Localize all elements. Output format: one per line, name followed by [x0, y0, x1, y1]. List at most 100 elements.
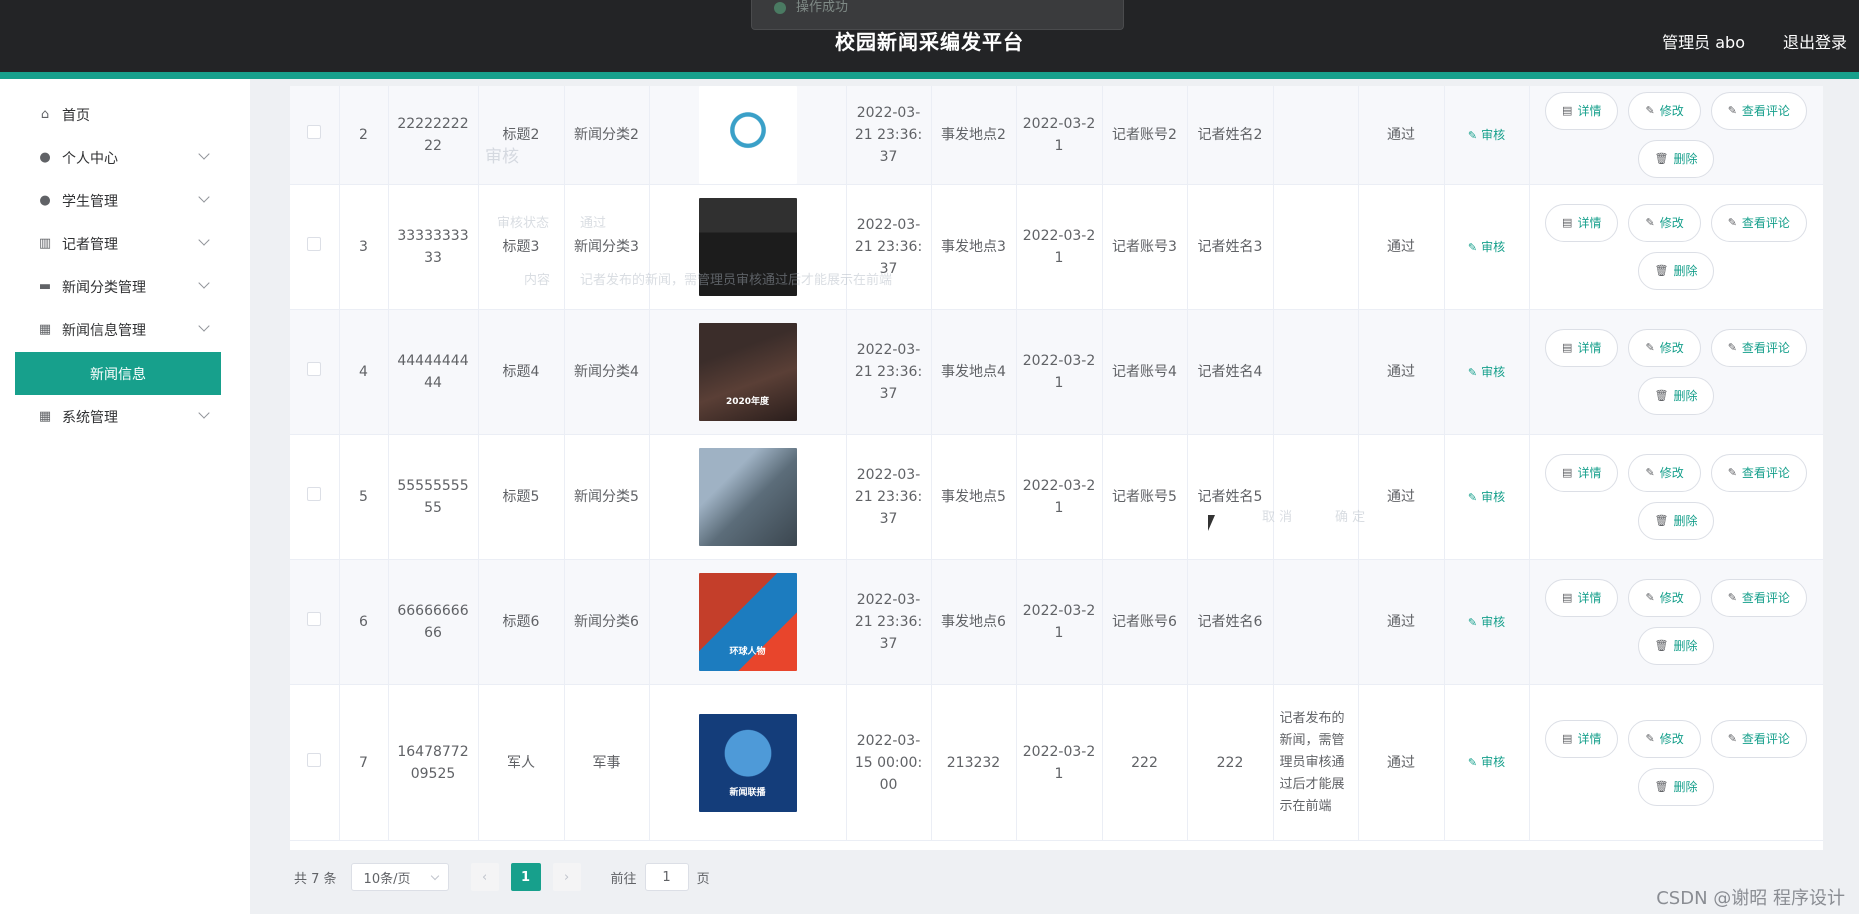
- goto-page-input[interactable]: [644, 863, 689, 891]
- edit-button[interactable]: ✎ 修改: [1628, 329, 1701, 367]
- view-comments-button[interactable]: ✎ 查看评论: [1710, 719, 1807, 758]
- audit-button-label: 审核: [1481, 239, 1506, 254]
- delete-button[interactable]: 🗑 删除: [1637, 502, 1715, 540]
- edit-button[interactable]: ✎ 修改: [1628, 719, 1701, 758]
- thumbnail-caption: 环球人物: [729, 647, 766, 657]
- next-page-button[interactable]: ›: [552, 863, 581, 891]
- news-category: 新闻分类6: [574, 614, 639, 630]
- event-date: 2022-03-21: [1022, 116, 1096, 154]
- student-icon: ●: [39, 192, 51, 208]
- detail-button-label: 详情: [1577, 591, 1602, 605]
- thumbnail-caption: 2020年度: [725, 397, 770, 407]
- sidebar-item-system[interactable]: ▦ 系统管理: [0, 395, 250, 438]
- page-number-current[interactable]: 1: [510, 863, 541, 891]
- delete-button[interactable]: 🗑 删除: [1637, 627, 1715, 665]
- detail-button[interactable]: ▤ 详情: [1545, 329, 1619, 367]
- audit-button[interactable]: ✎ 审核: [1468, 128, 1505, 142]
- edit-pen-icon: ✎: [1645, 466, 1655, 479]
- prev-page-button[interactable]: ‹: [470, 863, 499, 891]
- row-checkbox[interactable]: [307, 362, 322, 376]
- news-thumbnail[interactable]: 新闻联播: [698, 713, 797, 812]
- news-thumbnail[interactable]: 环球人物: [698, 573, 797, 671]
- audit-button[interactable]: ✎ 审核: [1468, 490, 1505, 504]
- delete-button-label: 删除: [1673, 639, 1698, 653]
- sidebar-item-news-category[interactable]: ▬ 新闻分类管理: [0, 265, 250, 308]
- document-icon: ▤: [1562, 591, 1573, 604]
- reporter-account: 记者账号3: [1112, 239, 1177, 255]
- thumbnail-caption: 新闻联播: [729, 787, 766, 798]
- event-place: 事发地点6: [941, 614, 1006, 630]
- edit-pen-icon: ✎: [1467, 128, 1478, 142]
- monitor-icon: ▬: [38, 278, 52, 294]
- view-comments-button[interactable]: ✎ 查看评论: [1710, 329, 1807, 367]
- news-title: 标题2: [502, 127, 540, 143]
- logout-link[interactable]: 退出登录: [1783, 29, 1847, 53]
- trash-icon: 🗑: [1654, 779, 1669, 793]
- news-thumbnail[interactable]: [698, 198, 797, 296]
- news-number: 2222222222: [397, 116, 469, 154]
- page-size-value: 10条/页: [363, 871, 411, 887]
- audit-button[interactable]: ✎ 审核: [1468, 365, 1505, 379]
- event-place: 事发地点2: [941, 127, 1006, 143]
- row-checkbox[interactable]: [307, 752, 322, 767]
- detail-button[interactable]: ▤ 详情: [1545, 92, 1619, 130]
- pagination-total: 共 7 条: [294, 871, 337, 887]
- chevron-down-icon: [430, 871, 439, 881]
- view-comments-button[interactable]: ✎ 查看评论: [1710, 92, 1807, 130]
- table-row: 7 1647877209525 军人 军事 新闻联播 2022-03-15 00:00:0…: [290, 684, 1823, 841]
- detail-button[interactable]: ▤ 详情: [1545, 579, 1619, 617]
- row-checkbox[interactable]: [307, 487, 322, 501]
- edit-button[interactable]: ✎ 修改: [1628, 454, 1701, 492]
- table-row: 6 6666666666 标题6 新闻分类6 环球人物 2022-03-21 23:36:…: [290, 559, 1823, 685]
- delete-button[interactable]: 🗑 删除: [1637, 767, 1715, 806]
- watermark: CSDN @谢昭 程序设计: [1656, 888, 1845, 909]
- detail-button[interactable]: ▤ 详情: [1545, 719, 1619, 758]
- detail-button[interactable]: ▤ 详情: [1545, 204, 1619, 242]
- audit-button-label: 审核: [1481, 614, 1506, 629]
- news-thumbnail[interactable]: [698, 448, 797, 546]
- row-checkbox[interactable]: [307, 125, 322, 139]
- news-thumbnail[interactable]: [698, 86, 797, 184]
- view-comments-button[interactable]: ✎ 查看评论: [1710, 204, 1807, 242]
- view-comments-button[interactable]: ✎ 查看评论: [1710, 579, 1807, 617]
- audit-status: 通过: [1387, 754, 1415, 771]
- detail-button[interactable]: ▤ 详情: [1545, 454, 1619, 492]
- edit-pen-icon: ✎: [1645, 591, 1655, 604]
- delete-button[interactable]: 🗑 删除: [1637, 140, 1715, 178]
- edit-button[interactable]: ✎ 修改: [1628, 579, 1701, 617]
- reporter-name: 记者姓名2: [1197, 127, 1263, 143]
- row-checkbox[interactable]: [307, 612, 322, 626]
- view-comments-button[interactable]: ✎ 查看评论: [1710, 454, 1807, 492]
- sidebar-item-students[interactable]: ● 学生管理: [0, 179, 250, 222]
- sidebar-item-home[interactable]: ⌂ 首页: [0, 93, 250, 136]
- delete-button[interactable]: 🗑 删除: [1637, 377, 1715, 415]
- news-number: 5555555555: [397, 478, 469, 516]
- delete-button-label: 删除: [1673, 514, 1698, 528]
- sidebar-item-profile[interactable]: ● 个人中心: [0, 136, 250, 179]
- page-size-select[interactable]: 10条/页: [350, 863, 449, 891]
- sidebar-item-label: 学生管理: [62, 193, 118, 210]
- sidebar-item-reporters[interactable]: ▥ 记者管理: [0, 222, 250, 265]
- publish-time: 2022-03-21 23:36:37: [854, 105, 923, 165]
- chevron-down-icon: [198, 148, 210, 160]
- sidebar-item-news-info[interactable]: ▦ 新闻信息管理: [0, 308, 250, 351]
- row-checkbox[interactable]: [307, 237, 322, 251]
- sidebar-item-label: 新闻分类管理: [62, 279, 146, 296]
- edit-button[interactable]: ✎ 修改: [1628, 92, 1701, 130]
- delete-button[interactable]: 🗑 删除: [1637, 252, 1715, 290]
- submenu-item-news[interactable]: 新闻信息: [15, 352, 221, 395]
- detail-button-label: 详情: [1577, 216, 1602, 230]
- edit-pen-icon: ✎: [1645, 731, 1655, 745]
- grid-icon: ▦: [38, 408, 52, 424]
- view-comments-button-label: 查看评论: [1741, 466, 1790, 480]
- reporter-account: 记者账号5: [1112, 489, 1177, 505]
- news-thumbnail[interactable]: 2020年度: [698, 323, 797, 421]
- audit-button[interactable]: ✎ 审核: [1468, 755, 1505, 769]
- reporter-name: 记者姓名6: [1197, 614, 1263, 630]
- audit-button-label: 审核: [1481, 755, 1506, 769]
- view-comments-button-label: 查看评论: [1741, 731, 1790, 746]
- audit-button[interactable]: ✎ 审核: [1468, 615, 1505, 629]
- edit-button[interactable]: ✎ 修改: [1628, 204, 1701, 242]
- audit-button[interactable]: ✎ 审核: [1468, 240, 1505, 254]
- sidebar-item-label: 新闻信息管理: [62, 322, 146, 339]
